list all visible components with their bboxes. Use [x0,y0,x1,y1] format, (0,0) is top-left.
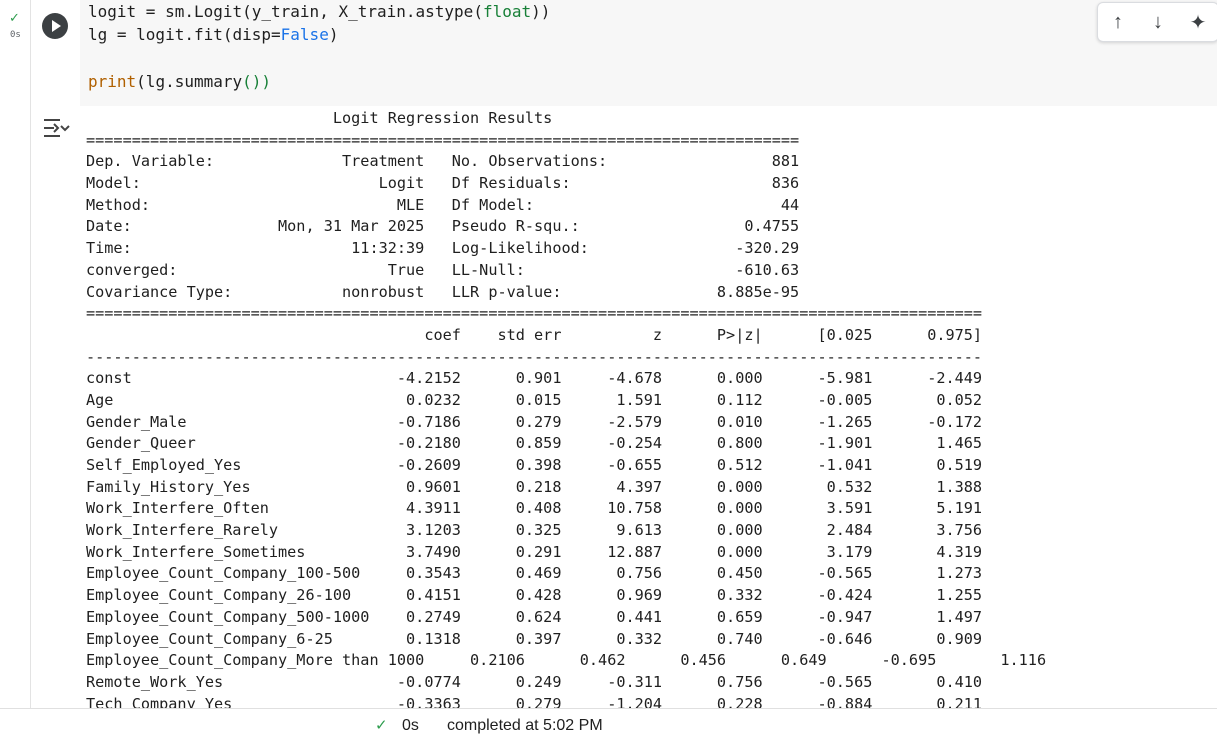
output-line: Employee_Count_Company_6-25 0.1318 0.397… [86,629,983,648]
output-line: Date: Mon, 31 Mar 2025 Pseudo R-squ.: 0.… [86,217,800,236]
execution-success-icon: ✓ [9,10,20,25]
output-line: Model: Logit Df Residuals: 836 [86,174,800,193]
output-line: Work_Interfere_Often 4.3911 0.408 10.758… [86,499,983,518]
output-line: ========================================… [86,130,800,149]
output-line: Logit Regression Results [86,109,800,127]
output-line: Gender_Queer -0.2180 0.859 -0.254 0.800 … [86,434,983,453]
output-line: Employee_Count_Company_100-500 0.3543 0.… [86,564,983,583]
output-line: Dep. Variable: Treatment No. Observation… [86,152,800,171]
cell-toolbar: ↑ ↓ ✦ [1097,2,1217,42]
output-line: Employee_Count_Company_26-100 0.4151 0.4… [86,586,983,605]
output-line: Self_Employed_Yes -0.2609 0.398 -0.655 0… [86,456,983,474]
output-actions-icon[interactable] [42,117,70,139]
output-line: Time: 11:32:39 Log-Likelihood: -320.29 [86,239,800,258]
output-line: Employee_Count_Company_500-1000 0.2749 0… [86,607,983,626]
output-line: Gender_Male -0.7186 0.279 -2.579 0.010 -… [86,412,983,431]
output-line: Remote_Work_Yes -0.0774 0.249 -0.311 0.7… [86,672,983,691]
output-line: const -4.2152 0.901 -4.678 0.000 -5.981 … [86,369,983,388]
status-exec-time: 0s [402,717,419,734]
output-line: Family_History_Yes 0.9601 0.218 4.397 0.… [86,477,983,496]
run-cell-button[interactable] [42,13,68,39]
regression-summary-output: Logit Regression Results ===============… [86,108,1046,715]
output-line: Method: MLE Df Model: 44 [86,195,800,214]
output-line: converged: True LL-Null: -610.63 [86,260,800,279]
cell-gutter: ✓ 0s [0,0,31,708]
output-line: ========================================… [86,304,983,323]
output-line: Employee_Count_Company_More than 1000 0.… [86,651,1047,670]
status-bar: ✓ 0s completed at 5:02 PM [0,708,1217,738]
status-check-icon: ✓ [375,717,388,734]
code-line-2: lg = logit.fit(disp=False) [88,25,339,44]
code-cell-editor[interactable]: logit = sm.Logit(y_train, X_train.astype… [80,0,1217,106]
code-line-1: logit = sm.Logit(y_train, X_train.astype… [88,2,551,21]
move-down-icon[interactable]: ↓ [1143,11,1173,34]
move-up-icon[interactable]: ↑ [1103,11,1133,34]
code-line-4: print(lg.summary()) [88,72,272,91]
gemini-sparkle-icon[interactable]: ✦ [1183,10,1213,35]
output-line: Work_Interfere_Sometimes 3.7490 0.291 12… [86,542,983,561]
output-line: Work_Interfere_Rarely 3.1203 0.325 9.613… [86,521,983,540]
execution-time: 0s [10,30,21,40]
output-line: coef std err z P>|z| [0.025 0.975] [86,325,983,344]
output-line: ----------------------------------------… [86,347,983,366]
output-line: Age 0.0232 0.015 1.591 0.112 -0.005 0.05… [86,390,983,409]
status-completed-text: completed at 5:02 PM [447,717,603,734]
output-line: Covariance Type: nonrobust LLR p-value: … [86,282,800,301]
